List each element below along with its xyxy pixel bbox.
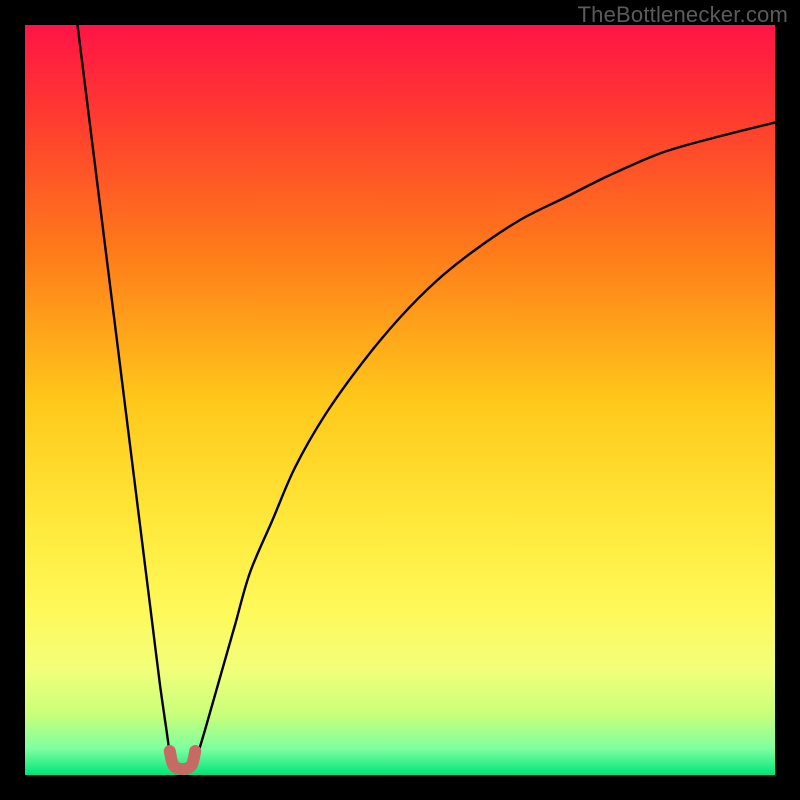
gradient-background [25,25,775,775]
bottleneck-chart [25,25,775,775]
watermark-text: TheBottlenecker.com [578,2,788,28]
chart-frame: TheBottlenecker.com [0,0,800,800]
